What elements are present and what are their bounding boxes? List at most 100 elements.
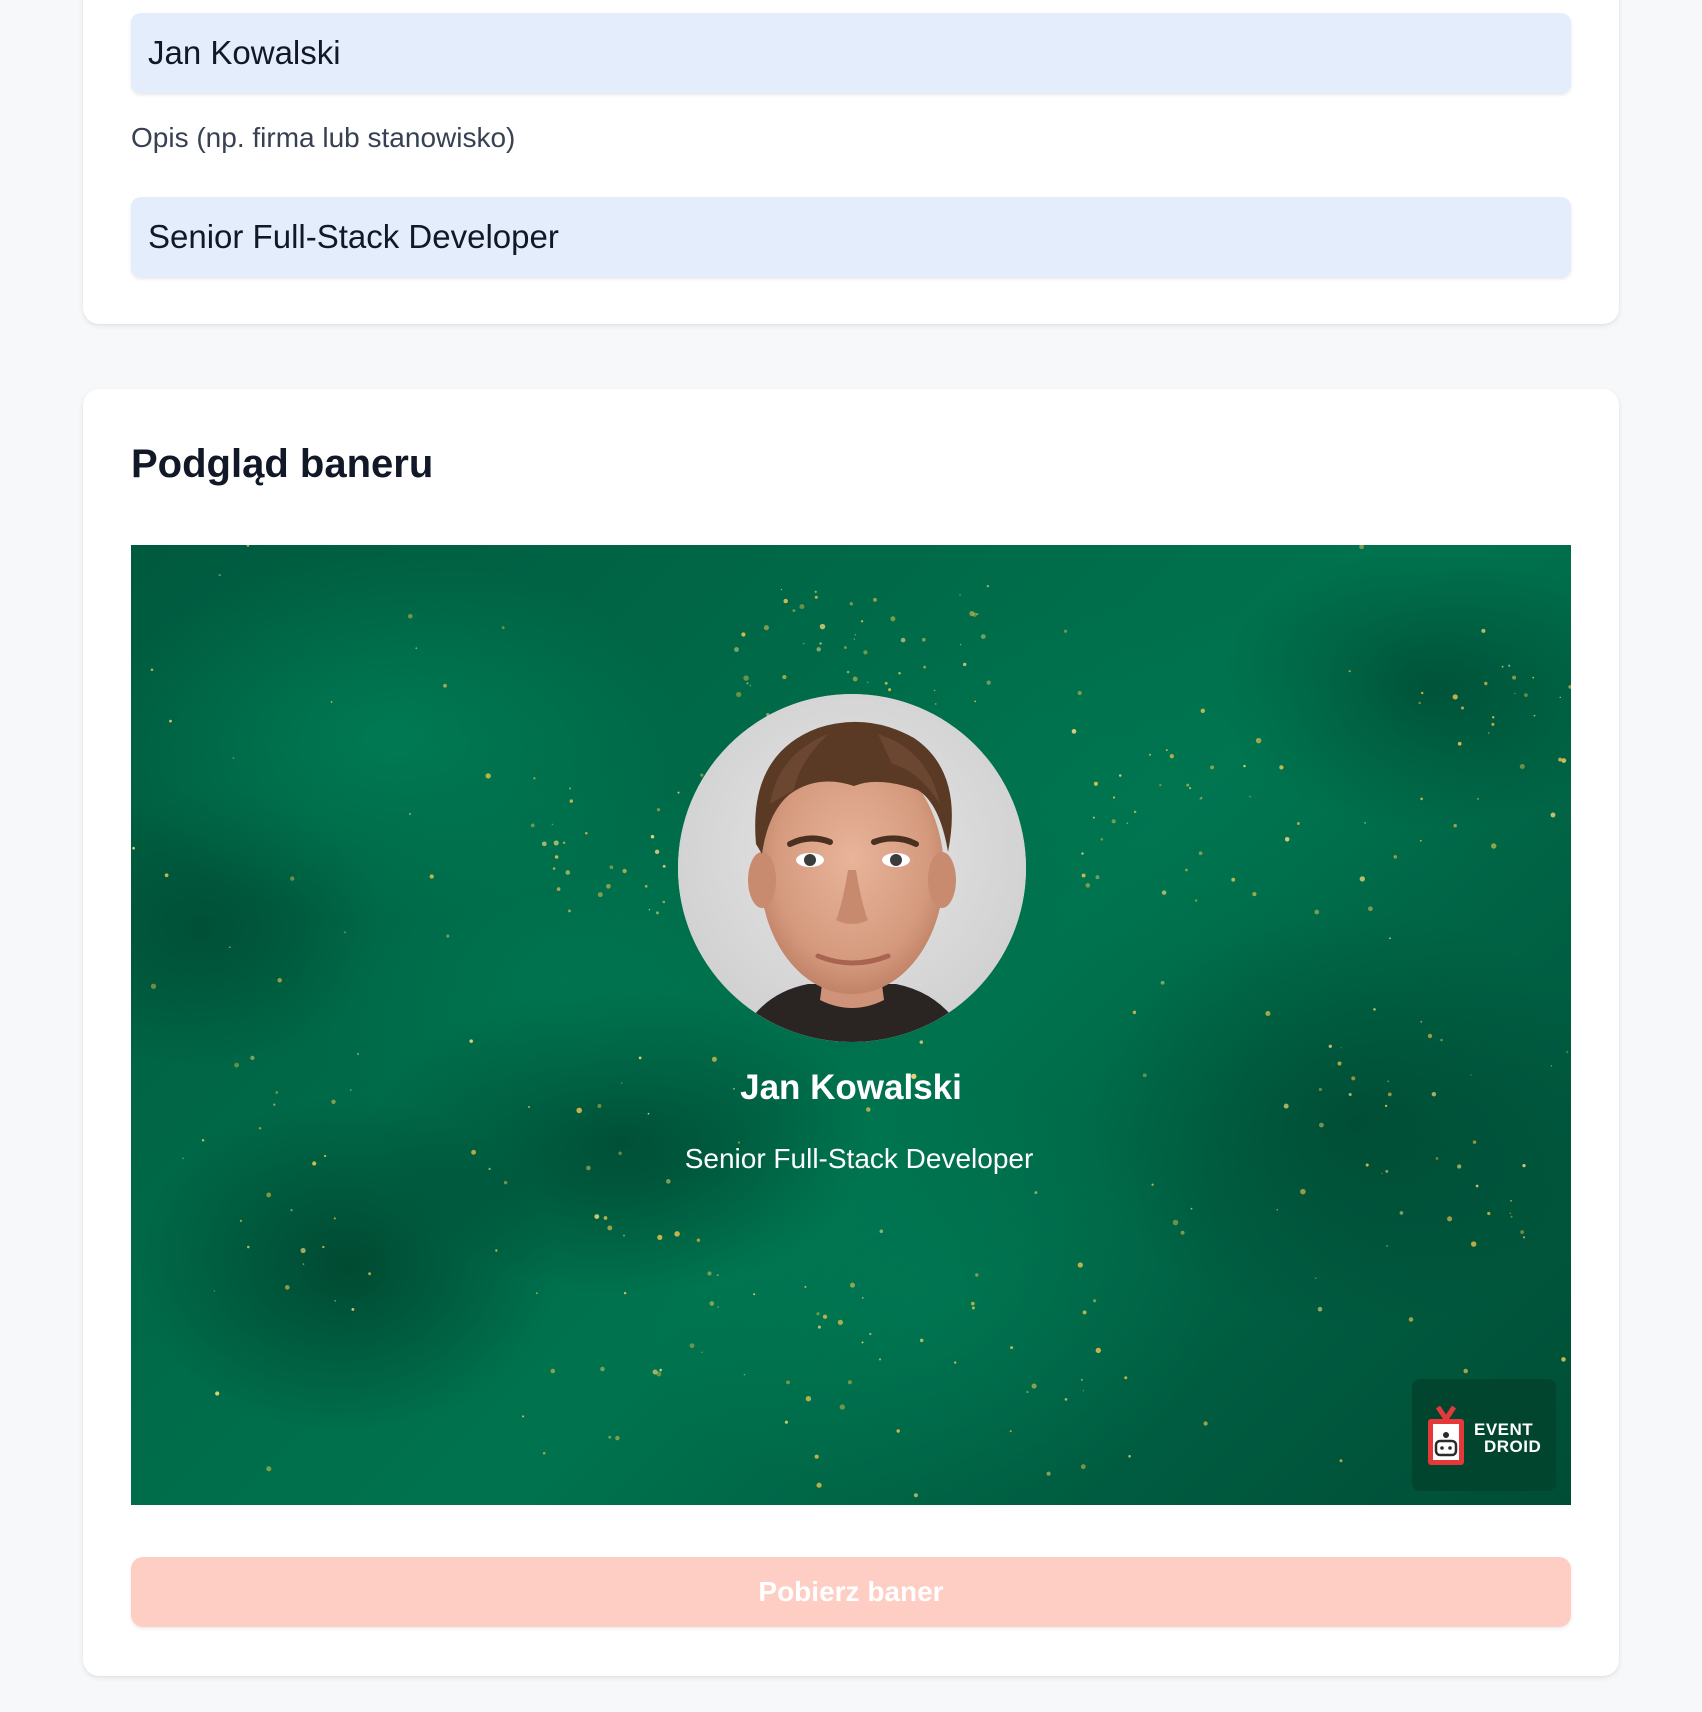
sparkle-dot [716,1274,719,1277]
sparkle-dot [554,855,559,859]
sparkle-dot [1566,1051,1569,1054]
sparkle-dot [741,632,746,637]
sparkle-dot [852,676,858,682]
sparkle-dot [1255,737,1262,744]
sparkle-dot [1132,1010,1137,1015]
sparkle-dot [814,590,817,593]
sparkle-dot [689,1343,695,1349]
sparkle-dot [232,756,235,759]
sparkle-dot [846,670,850,674]
sparkle-dot [213,1290,216,1292]
sparkle-dot [711,1056,717,1062]
sparkle-dot [1339,1459,1343,1463]
sparkle-dot [1284,837,1290,842]
sparkle-dot [849,602,853,606]
sparkle-dot [814,595,818,599]
sparkle-dot [218,574,221,577]
sparkle-dot [1026,1390,1029,1394]
sparkle-dot [1161,890,1167,895]
sparkle-dot [1519,763,1525,770]
sparkle-dot [860,620,864,623]
sparkle-dot [783,598,788,604]
sparkle-dot [1501,665,1504,668]
description-input[interactable] [131,197,1571,277]
sparkle-dot [334,1300,336,1302]
sparkle-dot [1100,837,1104,841]
sparkle-dot [1095,875,1100,880]
sparkle-dot [1231,877,1236,882]
sparkle-dot [866,681,869,684]
sparkle-dot [1420,691,1424,695]
sparkle-dot [717,1306,719,1308]
sparkle-dot [1440,1038,1443,1042]
sparkle-dot [1071,729,1077,734]
sparkle-dot [782,675,787,680]
sparkle-dot [1064,1398,1068,1401]
sparkle-dot [1487,732,1490,734]
sparkle-dot [1203,1421,1208,1426]
sparkle-dot [429,874,434,879]
sparkle-dot [290,1209,293,1212]
sparkle-dot [1318,1122,1324,1128]
sparkle-dot [1532,676,1535,679]
sparkle-dot [600,1366,605,1372]
sparkle-dot [1524,693,1528,697]
sparkle-dot [1118,774,1122,777]
sparkle-dot [656,808,661,812]
sparkle-dot [562,841,566,845]
sparkle-dot [743,675,749,681]
avatar-photo [678,694,1026,1042]
sparkle-dot [408,614,413,619]
sparkle-dot [1364,822,1366,824]
sparkle-dot [132,846,135,850]
sparkle-dot [1124,1376,1128,1380]
sparkle-dot [576,1107,582,1114]
sparkle-dot [1133,810,1137,814]
sparkle-dot [247,1245,250,1249]
sparkle-dot [623,1234,625,1237]
sparkle-dot [822,1314,828,1319]
sparkle-dot [1386,1245,1388,1247]
sparkle-dot [1427,1033,1433,1039]
name-input[interactable] [131,13,1571,93]
sparkle-dot [1080,1378,1084,1381]
sparkle-dot [446,934,450,938]
sparkle-dot [1189,787,1192,790]
sparkle-dot [1389,937,1391,940]
sparkle-dot [368,1272,372,1276]
sparkle-dot [1461,706,1464,710]
sparkle-dot [923,665,927,669]
sparkle-dot [1172,1219,1179,1226]
sparkle-dot [959,594,961,596]
sparkle-dot [530,823,535,828]
sparkle-dot [749,685,752,687]
sparkle-dot [1491,722,1495,726]
sparkle-dot [819,623,826,630]
sparkle-dot [1348,670,1351,673]
sparkle-dot [665,1179,671,1184]
sparkle-dot [986,680,991,685]
sparkle-dot [1159,783,1162,787]
sparkle-dot [615,1435,620,1441]
sparkle-dot [652,1369,658,1375]
sparkle-dot [1484,681,1488,686]
sparkle-dot [234,1062,239,1068]
sparkle-dot [1533,714,1536,717]
sparkle-dot [674,1231,680,1237]
download-banner-button[interactable]: Pobierz baner [131,1557,1571,1627]
sparkle-dot [1199,797,1202,800]
sparkle-dot [1081,873,1086,878]
preview-title: Podgląd baneru [131,442,434,486]
sparkle-dot [786,1380,790,1385]
sparkle-dot [1492,716,1495,719]
sparkle-dot [1393,855,1398,859]
sparkle-dot [302,1263,305,1265]
sparkle-dot [1190,1207,1193,1210]
sparkle-dot [1522,1236,1526,1239]
sparkle-dot [552,867,556,870]
sparkle-dot [1475,1184,1479,1188]
sparkle-dot [1520,1230,1524,1234]
sparkle-dot [1160,980,1165,985]
sparkle-dot [568,909,571,913]
sparkle-dot [1169,754,1174,759]
